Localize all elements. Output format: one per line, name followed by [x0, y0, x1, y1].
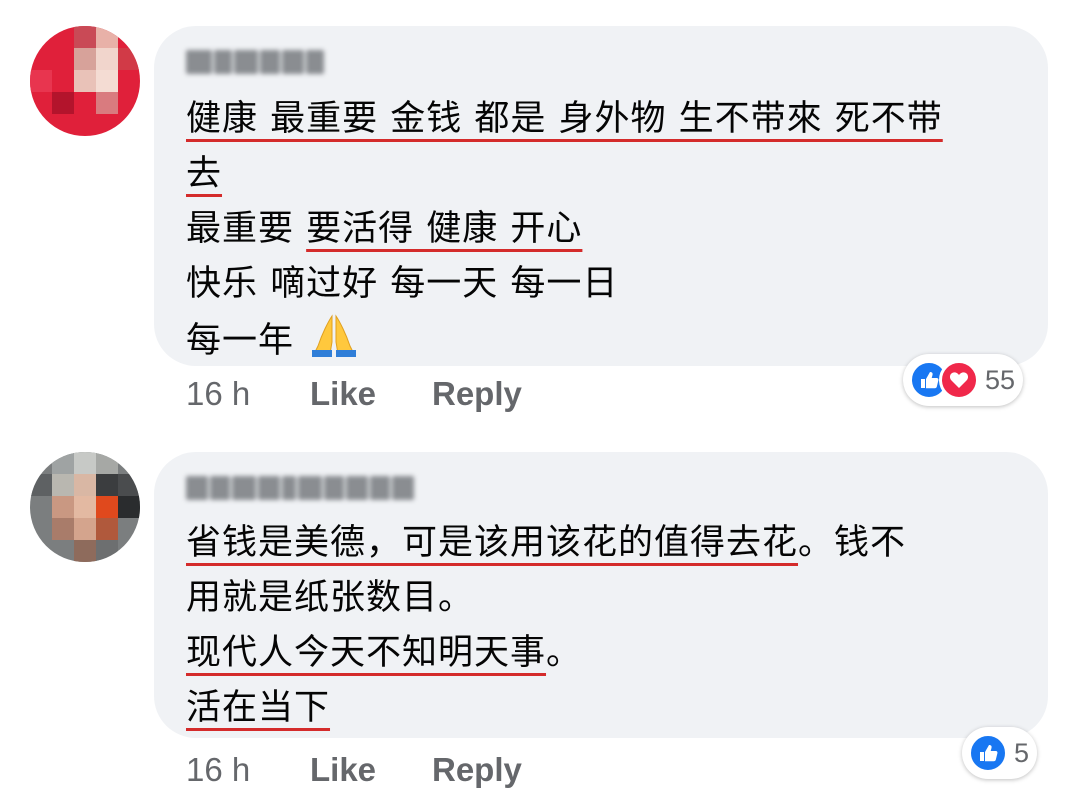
reaction-count: 55 — [985, 364, 1016, 395]
comment-line: 用就是纸张数目。 — [186, 578, 475, 618]
like-button[interactable]: Like — [310, 375, 432, 413]
reaction-count: 5 — [1014, 737, 1030, 768]
reactions-summary[interactable]: 5 — [962, 727, 1038, 779]
folded-hands-emoji-icon — [310, 312, 358, 375]
comment-line: 每一年 — [186, 312, 1018, 375]
comment-actions: 16 h Like Reply — [186, 374, 522, 414]
comment-actions: 16 h Like Reply — [186, 750, 522, 790]
comment-line: 现代人今天不知明天事。 — [186, 633, 583, 673]
avatar[interactable] — [30, 26, 140, 136]
reply-button[interactable]: Reply — [432, 751, 522, 789]
author-name-redacted[interactable] — [186, 50, 324, 80]
reactions-summary[interactable]: 55 — [903, 354, 1024, 406]
reply-button[interactable]: Reply — [432, 375, 522, 413]
comment-line: 省钱是美德，可是该用该花的值得去花。钱不 — [186, 523, 907, 563]
comment-line: 活在当下 — [186, 688, 331, 728]
like-reaction-icon — [968, 733, 1008, 773]
like-button[interactable]: Like — [310, 751, 432, 789]
comment-bubble: 省钱是美德，可是该用该花的值得去花。钱不 用就是纸张数目。 现代人今天不知明天事… — [154, 452, 1048, 738]
comment-line: 去 — [186, 154, 223, 194]
comment-line: 健康 最重要 金钱 都是 身外物 生不带來 死不带 — [186, 99, 943, 139]
avatar[interactable] — [30, 452, 140, 562]
comment-bubble: 健康 最重要 金钱 都是 身外物 生不带來 死不带 去 最重要 要活得 健康 开… — [154, 26, 1048, 366]
comment-line: 快乐 嘀过好 每一天 每一日 — [186, 264, 619, 304]
comment-text: 健康 最重要 金钱 都是 身外物 生不带來 死不带 去 最重要 要活得 健康 开… — [186, 92, 1018, 375]
comment-line: 最重要 要活得 健康 开心 — [186, 209, 583, 249]
comment-timestamp[interactable]: 16 h — [186, 751, 310, 789]
author-name-redacted[interactable] — [186, 476, 414, 506]
comment-timestamp[interactable]: 16 h — [186, 375, 310, 413]
love-reaction-icon — [939, 360, 979, 400]
comment-text: 省钱是美德，可是该用该花的值得去花。钱不 用就是纸张数目。 现代人今天不知明天事… — [186, 516, 1018, 736]
